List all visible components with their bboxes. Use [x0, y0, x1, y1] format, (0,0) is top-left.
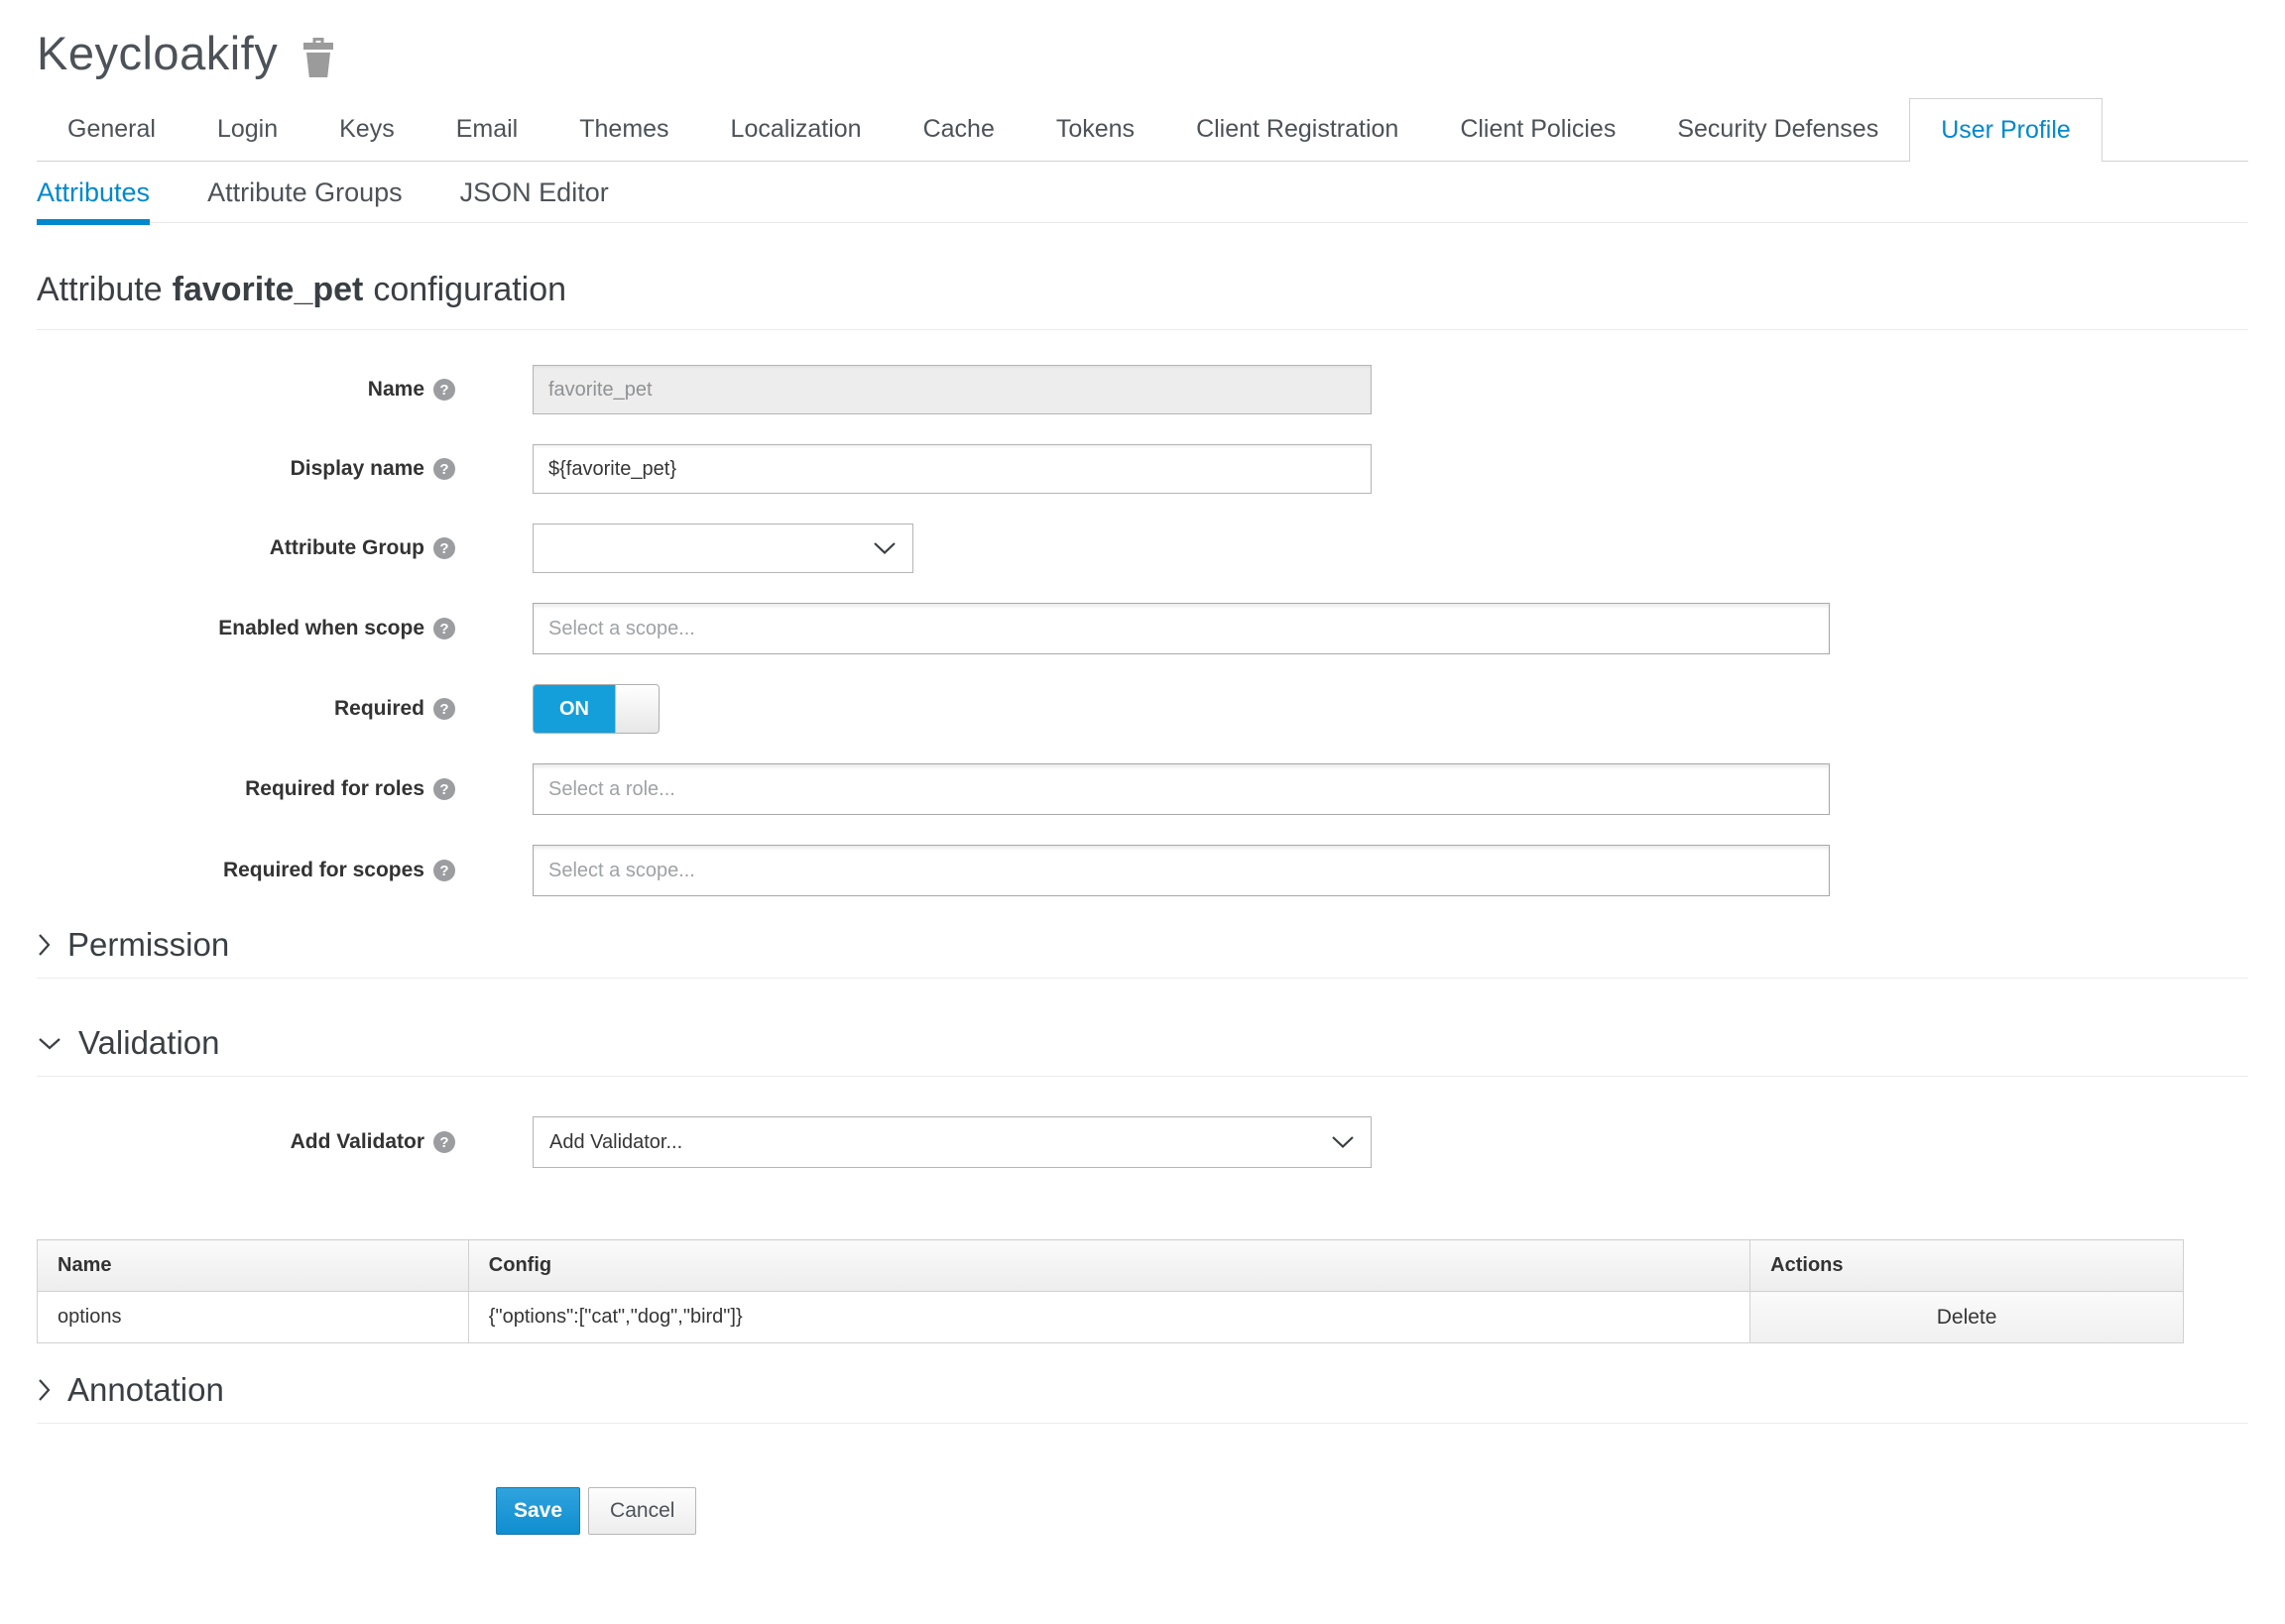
tab-user-profile[interactable]: User Profile: [1909, 98, 2103, 162]
column-header-actions: Actions: [1749, 1239, 2184, 1292]
display-name-row: Display name ?: [37, 444, 2248, 494]
subtab-attributes[interactable]: Attributes: [37, 162, 151, 225]
heading-divider: [37, 329, 2248, 330]
section-annotation[interactable]: Annotation: [37, 1371, 2248, 1409]
required-label: Required: [333, 697, 424, 720]
display-name-label: Display name: [290, 457, 424, 480]
toggle-handle[interactable]: [615, 685, 659, 733]
cancel-button[interactable]: Cancel: [588, 1487, 697, 1535]
delete-button[interactable]: [301, 30, 335, 77]
attribute-config-heading: Attribute favorite_pet configuration: [37, 271, 2248, 309]
chevron-right-icon: [37, 932, 52, 958]
validator-name-cell: options: [37, 1291, 469, 1343]
add-validator-label: Add Validator: [290, 1130, 424, 1153]
help-icon[interactable]: ?: [433, 860, 455, 881]
page-title: Keycloakify: [37, 27, 279, 79]
validators-table: Name Config Actions options {"options":[…: [37, 1239, 2184, 1343]
chevron-down-icon: [37, 1036, 62, 1051]
save-button[interactable]: Save: [496, 1487, 581, 1535]
realm-header: Keycloakify: [37, 26, 2248, 80]
help-icon[interactable]: ?: [433, 458, 455, 480]
column-header-name: Name: [37, 1239, 469, 1292]
chevron-down-icon: [1331, 1136, 1355, 1149]
help-icon[interactable]: ?: [433, 618, 455, 639]
required-for-roles-input[interactable]: [533, 763, 1830, 815]
toggle-on-label: ON: [534, 685, 615, 733]
required-for-roles-label: Required for roles: [245, 777, 424, 800]
add-validator-select[interactable]: Add Validator...: [533, 1116, 1372, 1168]
chevron-down-icon: [873, 542, 897, 555]
section-validation-label: Validation: [78, 1024, 220, 1061]
help-icon[interactable]: ?: [433, 698, 455, 720]
add-validator-select-value: Add Validator...: [549, 1130, 683, 1153]
help-icon[interactable]: ?: [433, 778, 455, 800]
user-profile-attribute-page: Keycloakify General Login Keys Email The…: [0, 26, 2285, 1535]
required-for-scopes-input[interactable]: [533, 845, 1830, 896]
attribute-group-row: Attribute Group ?: [37, 523, 2248, 573]
trash-icon: [301, 37, 335, 77]
tab-localization[interactable]: Localization: [700, 98, 893, 161]
tab-client-registration[interactable]: Client Registration: [1165, 98, 1429, 161]
section-permission[interactable]: Permission: [37, 926, 2248, 964]
required-for-scopes-row: Required for scopes ?: [37, 845, 2248, 896]
tab-keys[interactable]: Keys: [308, 98, 425, 161]
heading-suffix: configuration: [373, 271, 567, 308]
subtab-attribute-groups[interactable]: Attribute Groups: [207, 162, 403, 222]
attribute-group-select[interactable]: [533, 523, 913, 573]
section-annotation-label: Annotation: [67, 1371, 224, 1408]
tab-login[interactable]: Login: [186, 98, 308, 161]
delete-validator-button[interactable]: Delete: [1937, 1306, 1997, 1330]
tab-cache[interactable]: Cache: [893, 98, 1025, 161]
heading-attribute-name: favorite_pet: [172, 271, 364, 308]
section-permission-label: Permission: [67, 926, 230, 963]
main-tab-bar: General Login Keys Email Themes Localiza…: [37, 98, 2248, 162]
name-label: Name: [367, 378, 424, 401]
form-actions: Save Cancel: [496, 1487, 2248, 1535]
subtab-json-editor[interactable]: JSON Editor: [460, 162, 609, 222]
tab-tokens[interactable]: Tokens: [1025, 98, 1165, 161]
heading-prefix: Attribute: [37, 271, 163, 308]
tab-email[interactable]: Email: [425, 98, 549, 161]
sub-tab-bar: Attributes Attribute Groups JSON Editor: [37, 162, 2248, 225]
table-row: options {"options":["cat","dog","bird"]}…: [37, 1291, 2184, 1343]
required-for-scopes-label: Required for scopes: [222, 859, 424, 881]
section-validation[interactable]: Validation: [37, 1024, 2248, 1062]
add-validator-row: Add Validator ? Add Validator...: [37, 1116, 2248, 1168]
required-row: Required ? ON: [37, 684, 2248, 734]
help-icon[interactable]: ?: [433, 537, 455, 559]
tab-client-policies[interactable]: Client Policies: [1429, 98, 1646, 161]
validation-divider: [37, 1076, 2248, 1077]
tab-themes[interactable]: Themes: [548, 98, 699, 161]
column-header-config: Config: [467, 1239, 1751, 1292]
required-for-roles-row: Required for roles ?: [37, 763, 2248, 815]
name-input[interactable]: [533, 365, 1372, 414]
name-row: Name ?: [37, 365, 2248, 414]
enabled-when-scope-row: Enabled when scope ?: [37, 603, 2248, 654]
annotation-divider: [37, 1423, 2248, 1424]
permission-divider: [37, 978, 2248, 979]
validator-config-cell: {"options":["cat","dog","bird"]}: [467, 1291, 1751, 1343]
validator-actions-cell: Delete: [1749, 1291, 2184, 1343]
help-icon[interactable]: ?: [433, 1131, 455, 1153]
help-icon[interactable]: ?: [433, 379, 455, 401]
chevron-right-icon: [37, 1377, 52, 1403]
attribute-form: Name ? Display name ? Attribute Group ?: [37, 365, 2248, 896]
enabled-when-scope-label: Enabled when scope: [218, 617, 424, 639]
required-toggle[interactable]: ON: [533, 684, 660, 734]
validators-table-header-row: Name Config Actions: [37, 1239, 2184, 1292]
enabled-when-scope-input[interactable]: [533, 603, 1830, 654]
attribute-group-label: Attribute Group: [269, 536, 424, 559]
tab-general[interactable]: General: [37, 98, 186, 161]
display-name-input[interactable]: [533, 444, 1372, 494]
tab-security-defenses[interactable]: Security Defenses: [1646, 98, 1909, 161]
